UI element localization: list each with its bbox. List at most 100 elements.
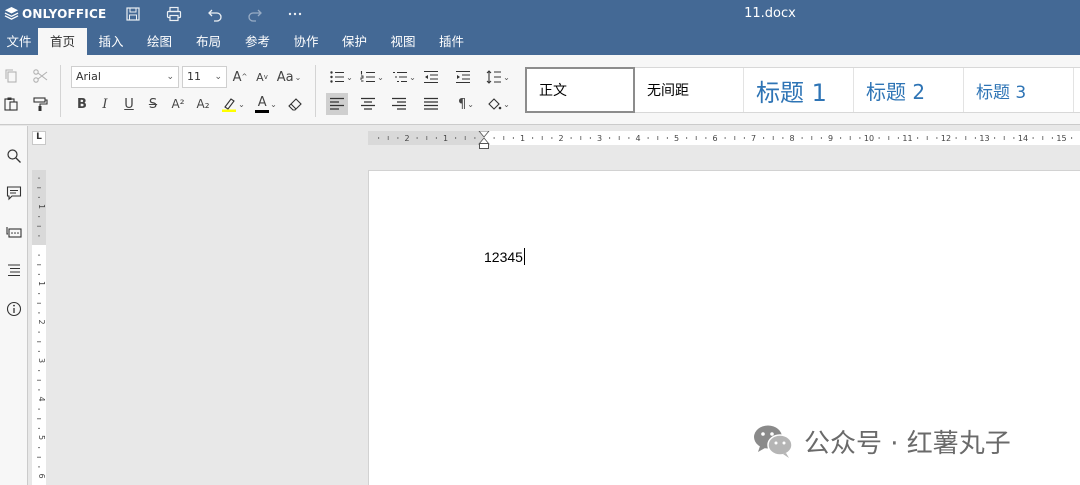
tab-insert[interactable]: 插入 (87, 28, 135, 55)
ruler-tick (994, 137, 996, 139)
ruler-tick (38, 350, 40, 352)
comments-icon[interactable] (4, 183, 24, 203)
tab-file[interactable]: 文件 (0, 28, 38, 55)
ruler-tick (416, 137, 418, 139)
numbering-button[interactable]: ⌄ (358, 66, 386, 88)
tab-plugins[interactable]: 插件 (427, 28, 476, 55)
style-no-spacing[interactable]: 无间距 (635, 68, 744, 112)
tab-protection[interactable]: 保护 (330, 28, 379, 55)
ruler-tick (811, 136, 813, 140)
superscript-button[interactable]: A² (167, 93, 189, 115)
style-normal[interactable]: 正文 (525, 67, 635, 113)
ruler-tick (618, 136, 620, 140)
line-spacing-button[interactable]: ⌄ (484, 66, 512, 88)
ruler-tick (37, 456, 41, 458)
undo-icon[interactable] (206, 5, 224, 23)
about-icon[interactable] (4, 299, 24, 319)
tab-collaboration[interactable]: 协作 (282, 28, 330, 55)
ruler-label: 10 (864, 134, 874, 143)
left-indent-marker[interactable] (479, 143, 489, 149)
highlight-color-button[interactable]: ⌄ (218, 93, 248, 115)
change-case-button[interactable]: Aa ⌄ (275, 66, 303, 88)
search-icon[interactable] (4, 146, 24, 166)
shading-button[interactable]: ⌄ (483, 93, 513, 115)
ruler-tick (743, 137, 745, 139)
clear-style-icon[interactable] (284, 93, 306, 115)
underline-button[interactable]: U (118, 93, 140, 115)
ruler-label: 1 (37, 204, 46, 209)
toolbar-separator (60, 65, 61, 117)
ruler-label: 3 (597, 134, 602, 143)
ruler-tick (878, 137, 880, 139)
decrease-indent-icon[interactable] (420, 66, 442, 88)
ruler-tick (1032, 137, 1034, 139)
horizontal-ruler[interactable]: 2 1 1 2 3 4 5 6 7 8 9 10 11 12 13 14 15 (368, 131, 1080, 145)
ruler-tick (580, 136, 582, 140)
tab-references[interactable]: 参考 (233, 28, 282, 55)
ruler-label: 5 (674, 134, 679, 143)
multilevel-list-icon (393, 71, 408, 83)
menu-bar: 文件 首页 插入 绘图 布局 参考 协作 保护 视图 插件 (0, 28, 1080, 55)
ruler-tick (801, 137, 803, 139)
more-icon[interactable] (286, 5, 304, 23)
decrease-font-button[interactable]: Av (251, 66, 273, 88)
bullets-button[interactable]: ⌄ (327, 66, 355, 88)
font-name-combo[interactable]: Arial ⌄ (71, 66, 179, 88)
title-bar: ONLYOFFICE 11.docx (0, 0, 1080, 28)
ruler-tick (38, 235, 40, 237)
chat-icon[interactable] (4, 222, 24, 242)
chevron-down-icon: ⌄ (214, 72, 222, 82)
font-color-icon: A (255, 95, 270, 113)
increase-font-button[interactable]: A ^ (229, 66, 251, 88)
style-heading-1[interactable]: 标题 1 (744, 68, 854, 112)
bold-button[interactable]: B (71, 93, 93, 115)
save-icon[interactable] (124, 5, 142, 23)
ruler-tick (38, 216, 40, 218)
strikethrough-button[interactable]: S (142, 93, 164, 115)
ruler-label: 9 (828, 134, 833, 143)
subscript-button[interactable]: A₂ (192, 93, 214, 115)
align-center-icon[interactable] (357, 93, 379, 115)
paste-icon[interactable] (0, 93, 22, 115)
nonprinting-characters-button[interactable]: ¶ ⌄ (452, 93, 480, 115)
ruler-tick (859, 137, 861, 139)
vertical-ruler[interactable]: 1 1 2 3 4 5 6 (32, 170, 46, 485)
print-icon[interactable] (165, 5, 183, 23)
italic-button[interactable]: I (94, 93, 116, 115)
align-right-icon[interactable] (388, 93, 410, 115)
ruler-label: 7 (751, 134, 756, 143)
ruler-tick (589, 137, 591, 139)
cut-icon[interactable] (29, 65, 51, 87)
font-color-button[interactable]: A ⌄ (251, 93, 281, 115)
ruler-tick (38, 254, 40, 256)
ruler-tick (965, 136, 967, 140)
tab-draw[interactable]: 绘图 (135, 28, 184, 55)
watermark-text: 公众号 · 红薯丸子 (804, 428, 1011, 459)
ruler-tick (897, 137, 899, 139)
tab-layout[interactable]: 布局 (184, 28, 233, 55)
increase-indent-icon[interactable] (452, 66, 474, 88)
tab-home[interactable]: 首页 (38, 28, 87, 55)
style-heading-3[interactable]: 标题 3 (964, 68, 1074, 112)
numbered-list-icon (360, 71, 376, 83)
ruler-tick (464, 136, 466, 140)
tab-view[interactable]: 视图 (379, 28, 427, 55)
redo-icon[interactable] (246, 5, 264, 23)
font-size-value: 11 (187, 70, 201, 83)
brand-name: ONLYOFFICE (22, 6, 107, 21)
copy-icon[interactable] (0, 65, 22, 87)
ruler-tick (666, 137, 668, 139)
multilevel-button[interactable]: ⌄ (390, 66, 418, 88)
navigation-icon[interactable] (4, 260, 24, 280)
ruler-tick (1013, 137, 1015, 139)
style-heading-2[interactable]: 标题 2 (854, 68, 964, 112)
font-size-combo[interactable]: 11 ⌄ (182, 66, 227, 88)
align-left-icon[interactable] (326, 93, 348, 115)
ruler-tick (532, 137, 534, 139)
styles-gallery: 正文 无间距 标题 1 标题 2 标题 3 (525, 67, 1080, 113)
tab-stop-selector[interactable]: L (32, 131, 46, 145)
justify-icon[interactable] (420, 93, 442, 115)
document-body[interactable]: 12345 (484, 248, 525, 265)
line-spacing-icon (486, 70, 502, 84)
format-painter-icon[interactable] (29, 93, 51, 115)
